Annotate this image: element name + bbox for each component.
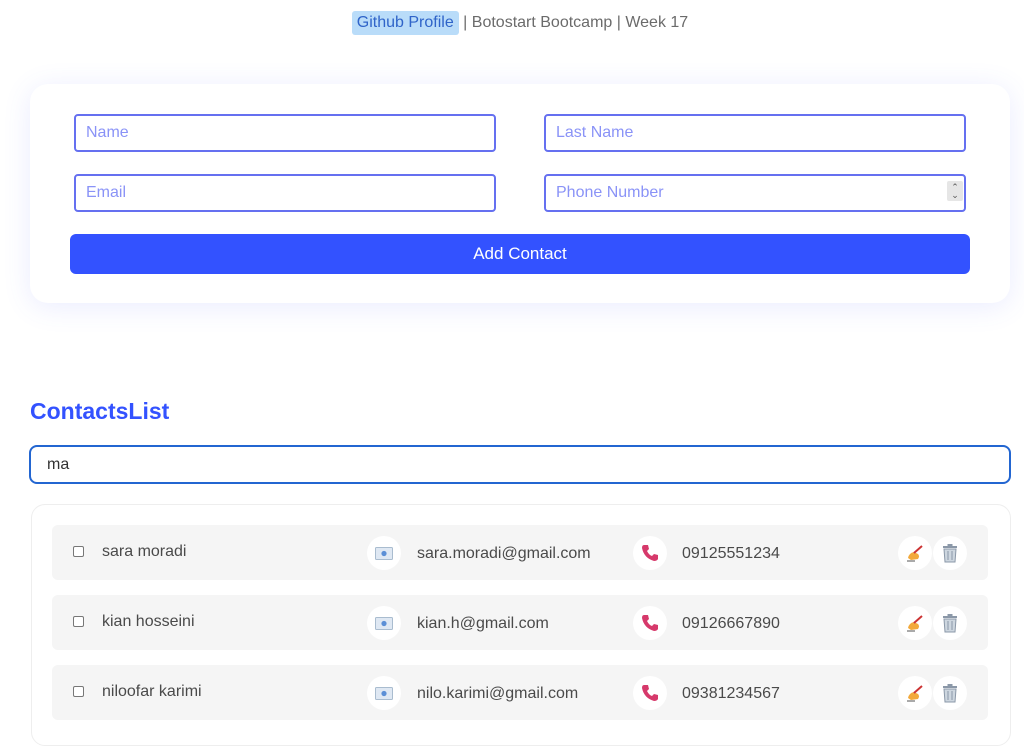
- last-name-input[interactable]: [544, 114, 966, 152]
- contact-email: kian.h@gmail.com: [417, 615, 549, 632]
- contact-phone: 09126667890: [682, 615, 780, 632]
- envelope-icon: [367, 606, 401, 640]
- envelope-icon: [367, 536, 401, 570]
- email-input[interactable]: [74, 174, 496, 212]
- number-stepper-icon[interactable]: ⌃ ⌄: [947, 181, 963, 201]
- select-checkbox[interactable]: [73, 616, 84, 627]
- edit-button[interactable]: [898, 676, 932, 710]
- delete-button[interactable]: [933, 606, 967, 640]
- phone-field-wrapper: ⌃⌄: [544, 174, 966, 212]
- add-contact-form: ⌃⌄ Add Contact: [30, 84, 1010, 303]
- writing-hand-icon: [907, 545, 923, 562]
- contacts-list-title: ContactsList: [30, 398, 170, 424]
- writing-hand-icon: [907, 685, 923, 702]
- trash-icon: [943, 544, 957, 563]
- list-item: niloofar karimi nilo.karimi@gmail.com 09…: [52, 665, 988, 720]
- contact-name: kian hosseini: [102, 613, 195, 630]
- name-input[interactable]: [74, 114, 496, 152]
- contact-name: sara moradi: [102, 543, 187, 560]
- contacts-list: sara moradi sara.moradi@gmail.com 091255…: [31, 504, 1011, 746]
- contact-email: nilo.karimi@gmail.com: [417, 685, 579, 702]
- select-checkbox[interactable]: [73, 686, 84, 697]
- envelope-icon: [367, 676, 401, 710]
- edit-button[interactable]: [898, 606, 932, 640]
- edit-button[interactable]: [898, 536, 932, 570]
- contact-name: niloofar karimi: [102, 683, 202, 700]
- phone-icon: [633, 676, 667, 710]
- contact-email: sara.moradi@gmail.com: [417, 545, 591, 562]
- delete-button[interactable]: [933, 536, 967, 570]
- add-contact-button[interactable]: Add Contact: [70, 234, 970, 274]
- contact-phone: 09125551234: [682, 545, 780, 562]
- phone-number-input[interactable]: [544, 174, 966, 212]
- select-checkbox[interactable]: [73, 546, 84, 557]
- github-profile-link[interactable]: Github Profile: [351, 11, 459, 35]
- contact-phone: 09381234567: [682, 685, 780, 702]
- phone-icon: [633, 606, 667, 640]
- page-header: Github Profile | Botostart Bootcamp | We…: [0, 11, 1024, 35]
- header-subtitle: | Botostart Bootcamp | Week 17: [458, 14, 689, 31]
- phone-icon: [633, 536, 667, 570]
- trash-icon: [943, 614, 957, 633]
- writing-hand-icon: [907, 615, 923, 632]
- list-item: sara moradi sara.moradi@gmail.com 091255…: [52, 525, 988, 580]
- trash-icon: [943, 684, 957, 703]
- list-item: kian hosseini kian.h@gmail.com 091266678…: [52, 595, 988, 650]
- delete-button[interactable]: [933, 676, 967, 710]
- search-input[interactable]: [29, 445, 1011, 484]
